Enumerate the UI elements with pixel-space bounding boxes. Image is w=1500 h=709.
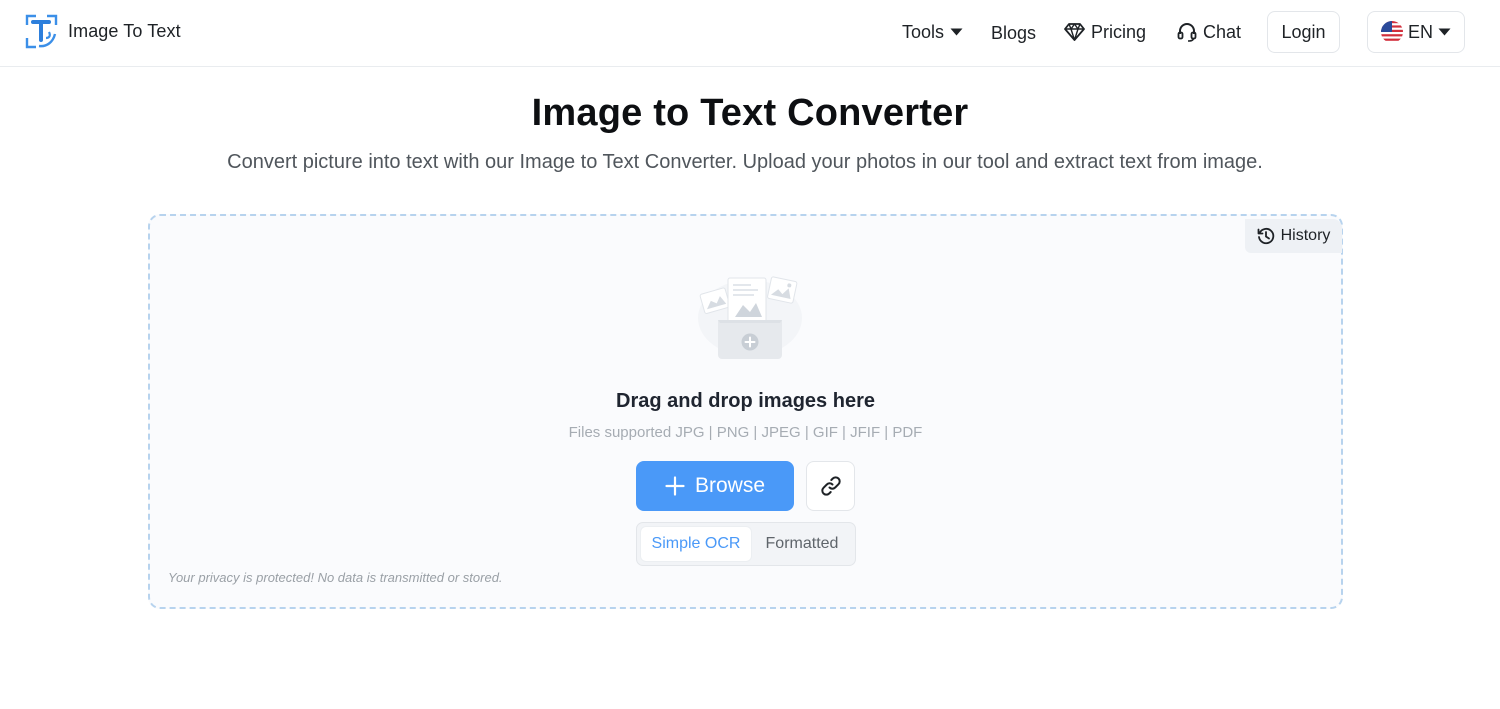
logo-icon (25, 14, 58, 49)
nav-blogs[interactable]: Blogs (991, 21, 1036, 45)
caret-down-icon (1438, 28, 1451, 36)
drop-title: Drag and drop images here (616, 390, 875, 412)
nav-pricing-label: Pricing (1091, 21, 1147, 42)
ocr-mode-toggle: Simple OCR Formatted (636, 522, 856, 566)
us-flag-icon (1380, 21, 1403, 43)
nav-tools[interactable]: Tools (902, 20, 963, 44)
history-icon (1257, 227, 1274, 245)
ocr-mode-simple[interactable]: Simple OCR (641, 527, 751, 561)
upload-illustration (698, 276, 802, 359)
upload-dropzone[interactable]: History Drag and drop images here Files … (148, 214, 1343, 609)
paste-url-button[interactable] (806, 461, 855, 511)
history-label: History (1280, 227, 1331, 244)
browse-button[interactable]: Browse (636, 461, 794, 511)
brand-name: Image To Text (68, 21, 181, 41)
language-label: EN (1407, 21, 1433, 42)
login-button[interactable]: Login (1267, 11, 1340, 53)
diamond-icon (1064, 23, 1085, 41)
supported-formats: Files supported JPG | PNG | JPEG | GIF |… (568, 424, 923, 441)
headset-icon (1177, 23, 1197, 42)
nav-blogs-label: Blogs (991, 22, 1037, 43)
plus-icon (665, 476, 685, 496)
ocr-mode-formatted[interactable]: Formatted (751, 527, 853, 561)
history-button[interactable]: History (1245, 219, 1342, 253)
nav-tools-label: Tools (902, 21, 945, 42)
page-subtitle: Convert picture into text with our Image… (227, 151, 1263, 173)
brand[interactable]: Image To Text (25, 14, 181, 49)
link-icon (820, 476, 841, 496)
browse-label: Browse (694, 474, 766, 497)
language-selector[interactable]: EN (1367, 11, 1465, 53)
nav-pricing[interactable]: Pricing (1064, 20, 1146, 44)
nav-chat-label: Chat (1203, 21, 1242, 42)
page-title: Image to Text Converter (531, 92, 969, 134)
nav-chat[interactable]: Chat (1177, 20, 1241, 44)
site-header: Image To Text Tools Blogs Pricing Chat L… (0, 0, 1500, 67)
caret-down-icon (950, 28, 963, 36)
privacy-note: Your privacy is protected! No data is tr… (168, 570, 503, 585)
